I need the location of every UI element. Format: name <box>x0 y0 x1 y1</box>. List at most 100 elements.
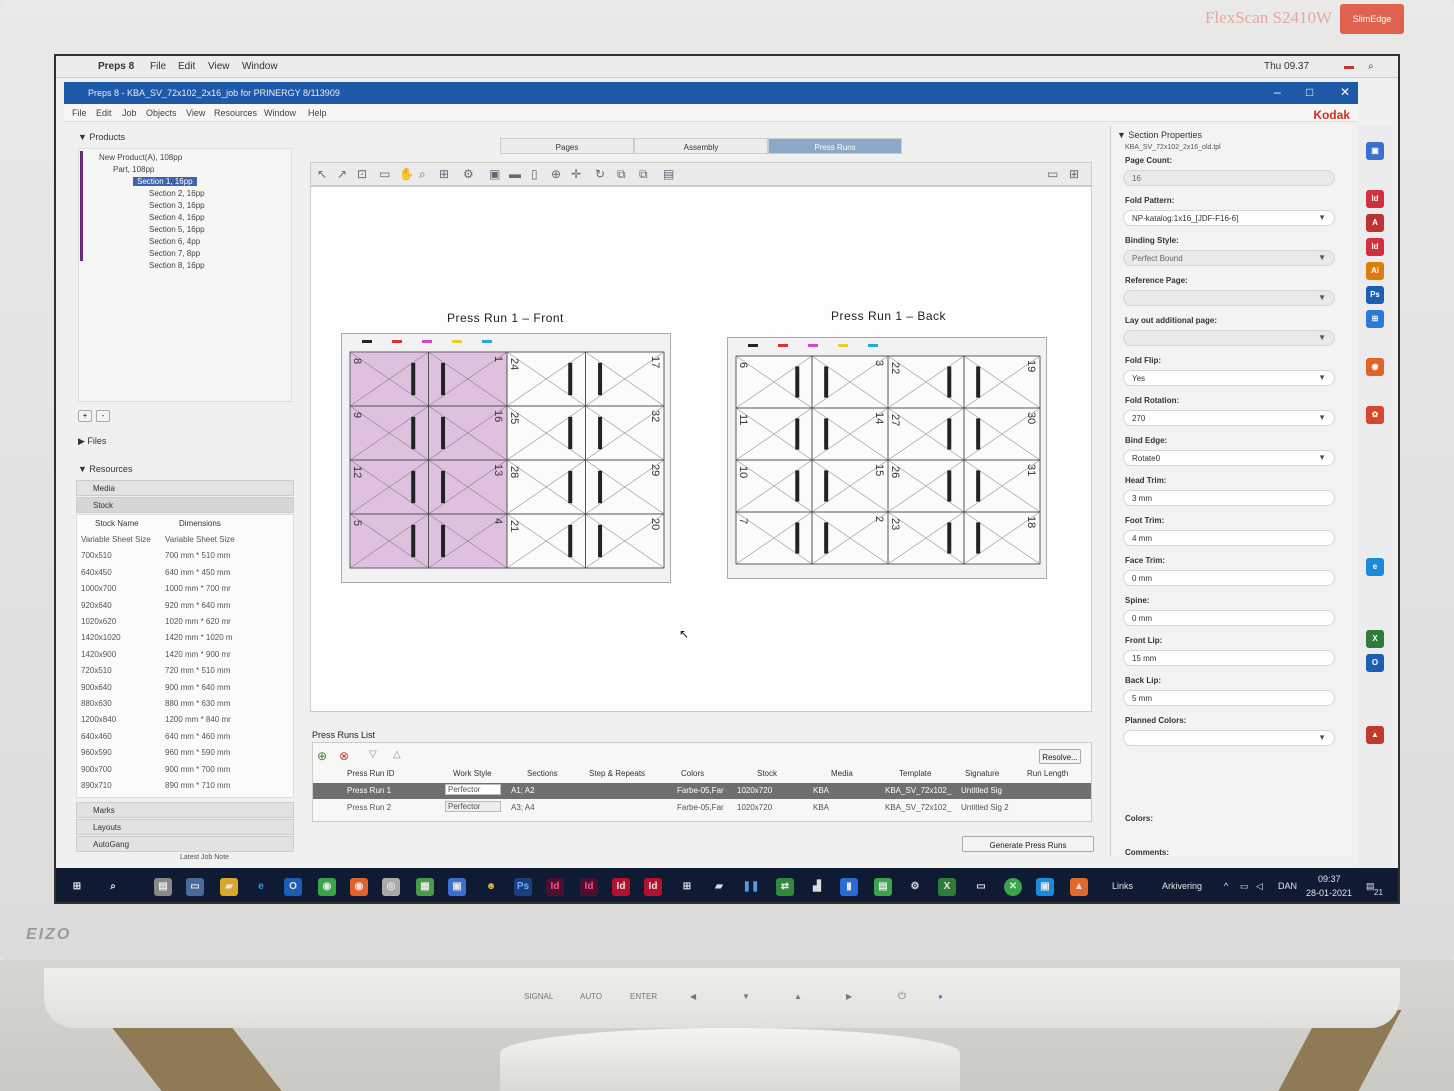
indesign-taskbar-2-icon[interactable]: Id <box>580 878 598 896</box>
mac-menu-view[interactable]: View <box>208 61 230 72</box>
chart-app-icon[interactable]: ▟ <box>808 878 826 896</box>
align-icon[interactable]: ✛ <box>571 167 581 181</box>
language-indicator[interactable]: DAN <box>1278 881 1297 891</box>
property-field[interactable]: 5 mm <box>1123 690 1335 706</box>
app-taskbar-10-icon[interactable]: ▮ <box>840 878 858 896</box>
property-field[interactable]: 4 mm <box>1123 530 1335 546</box>
resource-tab-media[interactable]: Media <box>76 480 294 496</box>
outlook-taskbar-icon[interactable]: O <box>284 878 302 896</box>
products-header[interactable]: ▼ Products <box>78 132 125 142</box>
signal-button[interactable]: SIGNAL <box>524 992 553 1001</box>
app-taskbar-6-icon[interactable]: ⊞ <box>678 878 696 896</box>
grid-view-icon[interactable]: ⊞ <box>1069 167 1079 181</box>
chevron-down-icon[interactable]: ▼ <box>1318 453 1326 462</box>
left-button[interactable]: ◀ <box>690 992 696 1001</box>
tab-press-runs[interactable]: Press Runs <box>768 138 902 154</box>
firefox-icon[interactable]: ◉ <box>1366 358 1384 376</box>
crosshair-icon[interactable]: ⊕ <box>551 167 561 181</box>
col-run-length[interactable]: Run Length <box>1027 769 1068 778</box>
col-colors[interactable]: Colors <box>681 769 704 778</box>
taskbar-date[interactable]: 28-01-2021 <box>1306 888 1352 898</box>
app-taskbar-4-icon[interactable]: ▦ <box>416 878 434 896</box>
outlook-icon[interactable]: O <box>1366 654 1384 672</box>
app-taskbar-8-icon[interactable]: ❚❚ <box>742 878 760 896</box>
tree-part[interactable]: Part, 108pp <box>113 165 154 174</box>
press-run-row[interactable]: Press Run 2 Perfector A3; A4 Farbe-05,Far 10… <box>313 800 1091 816</box>
property-field[interactable]: Yes ▼ <box>1123 370 1335 386</box>
resource-tab-stock[interactable]: Stock <box>76 497 294 513</box>
col-template[interactable]: Template <box>899 769 931 778</box>
links-toolbar[interactable]: Links <box>1112 881 1133 891</box>
hand-tool-icon[interactable]: ✋ <box>399 167 414 181</box>
chevron-down-icon[interactable]: ▼ <box>1318 373 1326 382</box>
indesign-icon-2[interactable]: Id <box>1366 238 1384 256</box>
document-icon[interactable]: ▯ <box>531 167 538 181</box>
enter-button[interactable]: ENTER <box>630 992 657 1001</box>
screen-icon[interactable]: ▤ <box>663 167 674 181</box>
taskbar-time[interactable]: 09:37 <box>1318 874 1341 884</box>
property-field[interactable]: 16 <box>1123 170 1335 186</box>
copy-icon[interactable]: ⧉ <box>617 167 626 182</box>
volume-icon[interactable]: ◁ <box>1256 881 1263 892</box>
col-press-run-id[interactable]: Press Run ID <box>347 769 395 778</box>
indesign-taskbar-3-icon[interactable]: Id <box>612 878 630 896</box>
chevron-down-icon[interactable]: ▼ <box>1318 213 1326 222</box>
page-tool-icon[interactable]: ▭ <box>379 167 390 181</box>
rotate-icon[interactable]: ↻ <box>595 167 605 181</box>
remove-product-button[interactable]: - <box>96 410 110 422</box>
tree-section-8[interactable]: Section 8, 16pp <box>149 261 205 270</box>
stock-row[interactable]: 720x510 720 mm * 510 mm <box>81 666 291 680</box>
chrome-icon[interactable]: ◉ <box>318 878 336 896</box>
stock-row[interactable]: Variable Sheet Size Variable Sheet Size <box>81 535 291 549</box>
property-field[interactable]: 3 mm <box>1123 490 1335 506</box>
tree-section-7[interactable]: Section 7, 8pp <box>149 249 200 258</box>
preps-taskbar-icon[interactable]: ▲ <box>1070 878 1088 896</box>
property-field[interactable]: 270 ▼ <box>1123 410 1335 426</box>
resolve-button[interactable]: Resolve... <box>1039 749 1081 764</box>
property-field[interactable]: 15 mm <box>1123 650 1335 666</box>
app-menu[interactable]: Preps 8 <box>98 61 134 72</box>
minimize-icon[interactable]: – <box>1274 85 1281 99</box>
chevron-down-icon[interactable]: ▼ <box>1318 333 1326 342</box>
property-field[interactable]: NP-katalog:1x16_[JDF-F16-6] ▼ <box>1123 210 1335 226</box>
app-taskbar-2-icon[interactable]: ▭ <box>186 878 204 896</box>
menu-help[interactable]: Help <box>308 108 327 118</box>
menu-resources[interactable]: Resources <box>214 108 257 118</box>
tree-section-3[interactable]: Section 3, 16pp <box>149 201 205 210</box>
app-taskbar-3-icon[interactable]: ◎ <box>382 878 400 896</box>
menu-edit[interactable]: Edit <box>96 108 112 118</box>
chevron-down-icon[interactable]: ▼ <box>1318 293 1326 302</box>
stock-row[interactable]: 700x510 700 mm * 510 mm <box>81 551 291 565</box>
front-sheet[interactable]: 8 1 24 17 9 16 25 32 12 13 28 29 5 4 21 20 <box>341 333 671 583</box>
edge-icon[interactable]: e <box>1366 558 1384 576</box>
mac-menu-window[interactable]: Window <box>242 61 278 72</box>
tab-pages[interactable]: Pages <box>500 138 634 154</box>
app-taskbar-1-icon[interactable]: ▤ <box>154 878 172 896</box>
indesign-icon[interactable]: Id <box>1366 190 1384 208</box>
xbox-icon[interactable]: ✕ <box>1004 878 1022 896</box>
tree-section-6[interactable]: Section 6, 4pp <box>149 237 200 246</box>
stock-row[interactable]: 640x460 640 mm * 460 mm <box>81 732 291 746</box>
delete-run-icon[interactable]: ⊗ <box>339 749 349 763</box>
stock-row[interactable]: 1420x1020 1420 mm * 1020 m <box>81 633 291 647</box>
tree-section-2[interactable]: Section 2, 16pp <box>149 189 205 198</box>
mac-menu-edit[interactable]: Edit <box>178 61 195 72</box>
line-tool-icon[interactable]: ▬ <box>509 167 521 181</box>
frame-icon[interactable]: ▣ <box>489 167 500 181</box>
stock-row[interactable]: 1420x900 1420 mm * 900 mr <box>81 650 291 664</box>
ie-icon[interactable]: e <box>252 878 270 896</box>
auto-button[interactable]: AUTO <box>580 992 602 1001</box>
property-field[interactable]: ▼ <box>1123 290 1335 306</box>
firefox-taskbar-icon[interactable]: ◉ <box>350 878 368 896</box>
col-sections[interactable]: Sections <box>527 769 558 778</box>
stock-row[interactable]: 890x710 890 mm * 710 mm <box>81 781 291 795</box>
photoshop-icon[interactable]: Ps <box>1366 286 1384 304</box>
col-media[interactable]: Media <box>831 769 853 778</box>
up-button[interactable]: ▲ <box>794 992 802 1001</box>
property-field[interactable]: ▼ <box>1123 730 1335 746</box>
single-view-icon[interactable]: ▭ <box>1047 167 1058 181</box>
menu-window[interactable]: Window <box>264 108 296 118</box>
app-taskbar-9-icon[interactable]: ⇄ <box>776 878 794 896</box>
arkivering-toolbar[interactable]: Arkivering <box>1162 881 1202 891</box>
tray-chevron-icon[interactable]: ^ <box>1224 881 1228 891</box>
